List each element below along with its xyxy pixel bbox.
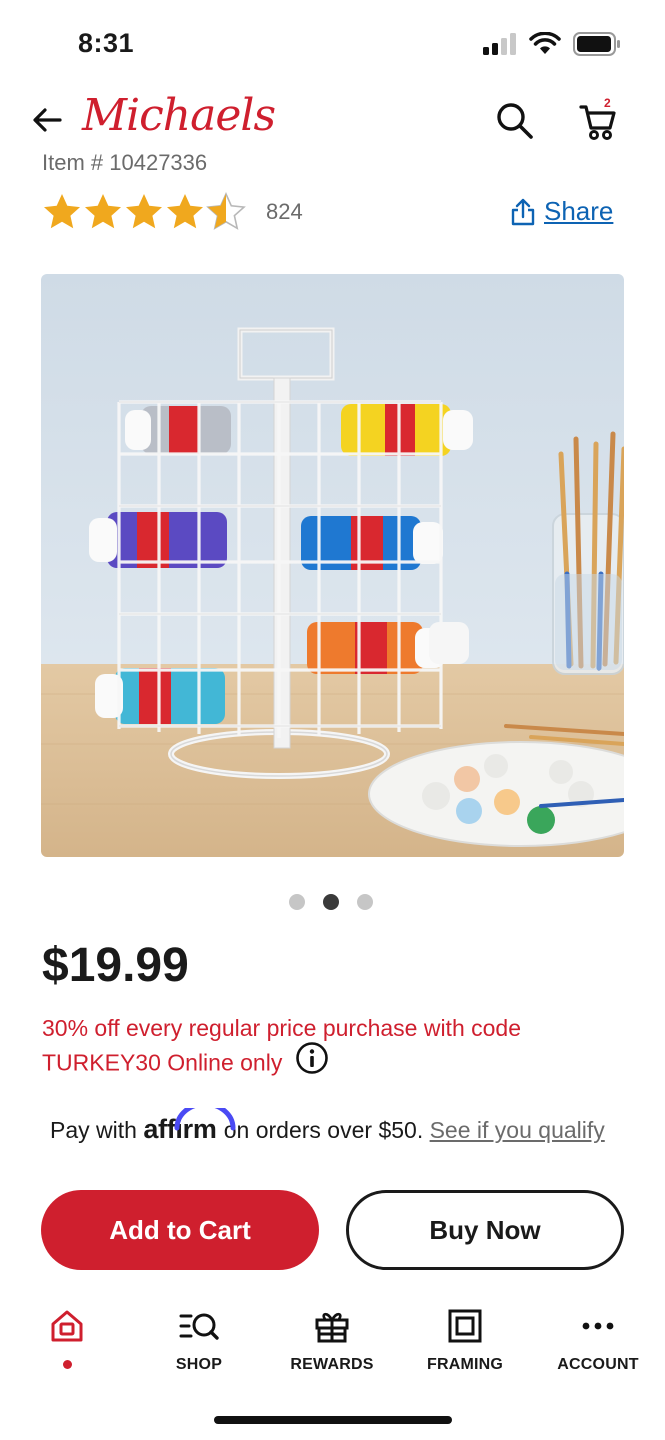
star-rating-icon bbox=[44, 193, 245, 230]
home-indicator[interactable] bbox=[214, 1416, 452, 1424]
cart-count-badge: 2 bbox=[604, 96, 611, 110]
add-to-cart-button[interactable]: Add to Cart bbox=[41, 1190, 319, 1270]
cart-button[interactable]: 2 bbox=[576, 96, 622, 144]
affirm-message: Pay with affirm on orders over $50. See … bbox=[50, 1108, 620, 1164]
shop-search-icon bbox=[179, 1313, 219, 1340]
cart-icon bbox=[579, 105, 616, 140]
info-icon bbox=[295, 1042, 328, 1074]
search-button[interactable] bbox=[494, 100, 536, 142]
product-price: $19.99 bbox=[42, 939, 189, 992]
buy-now-button[interactable]: Buy Now bbox=[346, 1190, 624, 1270]
tab-label: FRAMING bbox=[426, 1356, 504, 1373]
bottom-tab-bar: SHOP REWARDS FRAMING ACCOUNT bbox=[0, 1296, 665, 1406]
tab-label: REWARDS bbox=[290, 1356, 374, 1373]
product-image[interactable] bbox=[41, 274, 624, 857]
paint-rack-illustration bbox=[41, 274, 624, 857]
image-pagination bbox=[289, 894, 373, 910]
promo-message: 30% off every regular price purchase wit… bbox=[42, 1012, 622, 1084]
cellular-signal-icon bbox=[483, 33, 516, 55]
pagination-dot[interactable] bbox=[289, 894, 305, 910]
tab-shop[interactable]: SHOP bbox=[134, 1296, 264, 1386]
share-icon bbox=[511, 198, 535, 225]
wifi-icon bbox=[529, 32, 561, 54]
tab-account[interactable]: ACCOUNT bbox=[533, 1296, 663, 1386]
top-nav: Michaels 2 bbox=[0, 88, 665, 152]
tab-label: ACCOUNT bbox=[557, 1356, 639, 1373]
gift-icon bbox=[315, 1312, 349, 1343]
tab-label: SHOP bbox=[175, 1356, 223, 1373]
tab-rewards[interactable]: REWARDS bbox=[267, 1296, 397, 1386]
promo-text: 30% off every regular price purchase wit… bbox=[42, 1015, 522, 1076]
active-tab-indicator bbox=[62, 1360, 72, 1369]
review-count: 824 bbox=[266, 199, 303, 224]
info-button[interactable] bbox=[295, 1041, 329, 1084]
back-button[interactable] bbox=[30, 102, 66, 138]
status-bar: 8:31 bbox=[0, 0, 665, 80]
back-arrow-icon bbox=[33, 108, 62, 132]
affirm-logo: affirm bbox=[143, 1108, 236, 1144]
share-label: Share bbox=[544, 196, 614, 226]
battery-icon bbox=[573, 32, 620, 56]
tab-framing[interactable]: FRAMING bbox=[400, 1296, 530, 1386]
share-button[interactable]: Share bbox=[510, 196, 613, 227]
affirm-arc-icon bbox=[174, 1108, 236, 1131]
pagination-dot[interactable] bbox=[357, 894, 373, 910]
tab-home[interactable] bbox=[2, 1296, 132, 1386]
item-number: Item # 10427336 bbox=[42, 150, 208, 175]
rating-summary[interactable]: 824 bbox=[42, 192, 303, 232]
michaels-logo[interactable]: Michaels bbox=[82, 90, 276, 141]
status-icons bbox=[483, 32, 621, 56]
pagination-dot-active[interactable] bbox=[323, 894, 339, 910]
status-time: 8:31 bbox=[78, 28, 135, 58]
more-icon bbox=[582, 1322, 614, 1330]
home-icon bbox=[51, 1310, 83, 1342]
affirm-qualify-link[interactable]: See if you qualify bbox=[430, 1117, 605, 1143]
frame-icon bbox=[448, 1309, 482, 1343]
affirm-suffix: on orders over $50. bbox=[223, 1117, 424, 1143]
search-icon bbox=[497, 103, 533, 139]
affirm-prefix: Pay with bbox=[50, 1117, 137, 1143]
